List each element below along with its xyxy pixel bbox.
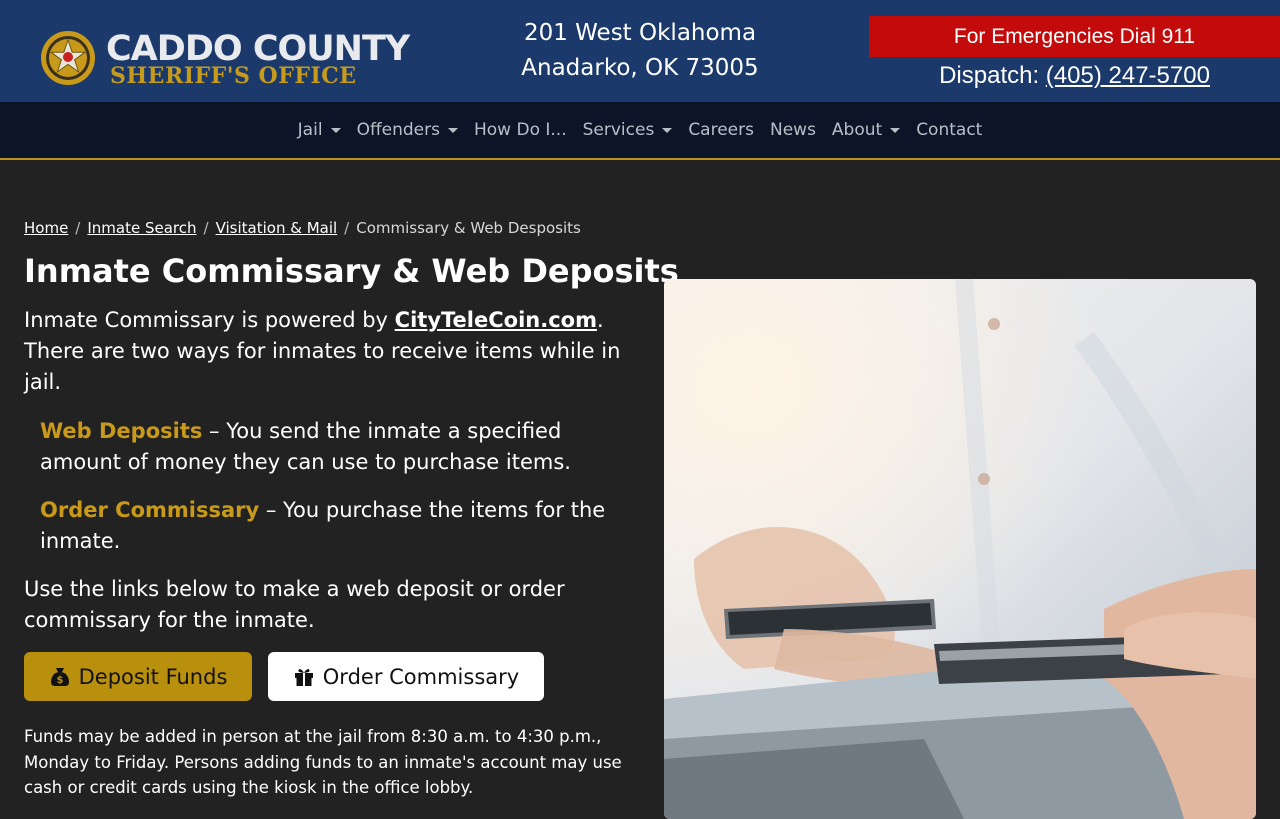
nav-label: News bbox=[769, 120, 816, 140]
caret-down-icon bbox=[662, 127, 673, 133]
breadcrumb-separator: / bbox=[203, 219, 209, 237]
caret-down-icon bbox=[448, 127, 458, 133]
phone-and-card-photo bbox=[664, 279, 1256, 819]
nav-label: Careers bbox=[688, 120, 754, 140]
svg-text:$: $ bbox=[56, 675, 63, 686]
nav-item-about[interactable]: About bbox=[824, 120, 908, 140]
nav-label: Services bbox=[582, 120, 655, 140]
nav-label: Jail bbox=[297, 120, 323, 140]
main-nav: Jail Offenders How Do I... Services Care… bbox=[0, 102, 1280, 160]
nav-item-services[interactable]: Services bbox=[575, 120, 681, 140]
nav-label: About bbox=[831, 120, 883, 140]
site-logo[interactable]: CADDO COUNTY SHERIFF'S OFFICE bbox=[40, 30, 410, 90]
emergency-banner: For Emergencies Dial 911 bbox=[869, 16, 1280, 57]
breadcrumb-inmate-search[interactable]: Inmate Search bbox=[87, 219, 196, 237]
links-instruction: Use the links below to make a web deposi… bbox=[24, 577, 565, 632]
site-header: CADDO COUNTY SHERIFF'S OFFICE 201 West O… bbox=[0, 0, 1280, 102]
dispatch-label: Dispatch: bbox=[939, 62, 1040, 89]
address-line-1: 201 West Oklahoma bbox=[523, 20, 757, 46]
deposit-funds-label: Deposit Funds bbox=[78, 664, 228, 689]
page-title: Inmate Commissary & Web Deposits bbox=[24, 252, 679, 290]
nav-item-offenders[interactable]: Offenders bbox=[349, 120, 466, 140]
logo-line-2: SHERIFF'S OFFICE bbox=[110, 63, 357, 89]
breadcrumb-home[interactable]: Home bbox=[24, 219, 68, 237]
breadcrumb-current: Commissary & Web Desposits bbox=[356, 219, 581, 237]
nav-item-careers[interactable]: Careers bbox=[680, 120, 762, 140]
intro-prefix: Inmate Commissary is powered by bbox=[24, 308, 395, 332]
breadcrumb-separator: / bbox=[75, 219, 81, 237]
nav-item-contact[interactable]: Contact bbox=[908, 120, 990, 140]
dispatch-line: Dispatch: (405) 247-5700 bbox=[869, 62, 1280, 90]
address-line-2: Anadarko, OK 73005 bbox=[521, 55, 759, 81]
breadcrumb-visitation[interactable]: Visitation & Mail bbox=[216, 219, 338, 237]
order-commissary-label: Order Commissary bbox=[322, 664, 520, 689]
citytelecoin-link[interactable]: CityTeleCoin.com bbox=[395, 308, 597, 332]
sheriff-badge-icon bbox=[41, 31, 95, 85]
option-title: Order Commissary bbox=[40, 498, 260, 522]
caret-down-icon bbox=[890, 127, 901, 133]
nav-label: How Do I... bbox=[474, 120, 567, 140]
intro-paragraph: Inmate Commissary is powered by CityTele… bbox=[24, 305, 624, 398]
deposit-funds-button[interactable]: $ Deposit Funds bbox=[24, 652, 252, 701]
nav-label: Contact bbox=[916, 120, 983, 140]
breadcrumb: Home / Inmate Search / Visitation & Mail / Com… bbox=[24, 219, 581, 237]
nav-label: Offenders bbox=[356, 120, 440, 140]
office-address: 201 West Oklahoma Anadarko, OK 73005 bbox=[500, 16, 780, 86]
dispatch-phone-link[interactable]: (405) 247-5700 bbox=[1046, 62, 1210, 89]
funds-info: Funds may be added in person at the jail… bbox=[24, 727, 622, 797]
breadcrumb-separator: / bbox=[344, 219, 350, 237]
option-web-deposits: Web Deposits – You send the inmate a spe… bbox=[40, 416, 630, 478]
caret-down-icon bbox=[330, 127, 341, 133]
gift-icon bbox=[294, 668, 313, 686]
money-bag-icon: $ bbox=[50, 667, 69, 686]
nav-item-jail[interactable]: Jail bbox=[290, 120, 349, 140]
nav-item-news[interactable]: News bbox=[762, 120, 824, 140]
option-order-commissary: Order Commissary – You purchase the item… bbox=[40, 495, 630, 557]
hero-photo bbox=[664, 279, 1256, 819]
order-commissary-button[interactable]: Order Commissary bbox=[268, 652, 544, 701]
option-title: Web Deposits bbox=[40, 419, 203, 443]
nav-item-how-do-i[interactable]: How Do I... bbox=[466, 120, 575, 140]
